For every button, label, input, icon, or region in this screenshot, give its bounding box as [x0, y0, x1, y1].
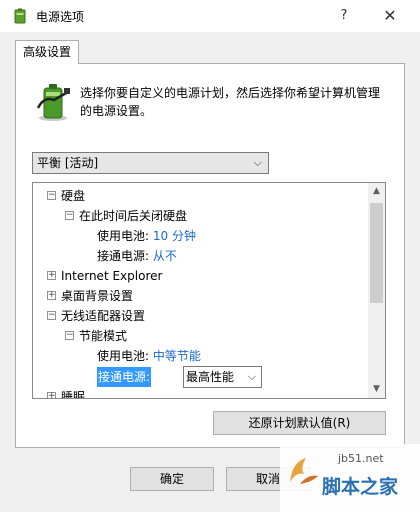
selected-setting-label: 接通电源: — [97, 367, 152, 387]
tree-item-wireless-adapter[interactable]: − 无线适配器设置 — [47, 306, 145, 326]
tree-item-wireless-battery[interactable]: 使用电池: 中等节能 — [97, 346, 201, 366]
power-plan-select[interactable]: 平衡 [活动] ⌵ — [32, 152, 269, 174]
chevron-down-icon: ⌵ — [247, 370, 256, 383]
ok-button[interactable]: 确定 — [130, 467, 214, 491]
power-plan-value: 平衡 [活动] — [37, 156, 99, 170]
tree-scrollbar[interactable]: ▲ ▼ — [368, 183, 385, 398]
scroll-down-arrow-icon[interactable]: ▼ — [368, 381, 385, 398]
power-options-icon — [14, 8, 26, 24]
tree-item-hard-disk[interactable]: − 硬盘 — [47, 186, 85, 206]
collapse-icon[interactable]: − — [65, 211, 74, 220]
expand-icon[interactable]: + — [47, 271, 56, 280]
wireless-plugged-select[interactable]: 最高性能 ⌵ — [183, 366, 262, 388]
watermark-url: jb51.net — [338, 452, 384, 465]
window-title: 电源选项 — [36, 10, 85, 24]
collapse-icon[interactable]: − — [65, 331, 74, 340]
expand-icon[interactable]: + — [47, 291, 56, 300]
scroll-up-arrow-icon[interactable]: ▲ — [368, 183, 385, 200]
watermark-logo-icon — [290, 458, 318, 484]
settings-tree[interactable]: − 硬盘 − 在此时间后关闭硬盘 使用电池: 10 分钟 接通电源: 从不 + … — [32, 182, 386, 399]
tree-item-desktop-background[interactable]: + 桌面背景设置 — [47, 286, 133, 306]
chevron-down-icon: ⌵ — [253, 156, 262, 169]
disk-plugged-value[interactable]: 从不 — [153, 249, 177, 263]
scroll-thumb[interactable] — [370, 203, 383, 303]
title-bar: 电源选项 ? ✕ — [0, 0, 420, 32]
collapse-icon[interactable]: − — [47, 191, 56, 200]
expand-icon[interactable]: + — [47, 392, 56, 398]
description-text: 选择你要自定义的电源计划，然后选择你希望计算机管理的电源设置。 — [80, 86, 381, 118]
tree-item-disk-battery[interactable]: 使用电池: 10 分钟 — [97, 226, 196, 246]
tree-item-sleep[interactable]: + 睡眠 — [47, 387, 85, 398]
tree-item-power-saving-mode[interactable]: − 节能模式 — [65, 326, 127, 346]
tree-item-disk-plugged[interactable]: 接通电源: 从不 — [97, 246, 177, 266]
tree-item-turn-off-disk[interactable]: − 在此时间后关闭硬盘 — [65, 206, 187, 226]
disk-battery-value[interactable]: 10 分钟 — [153, 229, 196, 243]
help-button[interactable]: ? — [332, 5, 356, 27]
watermark-text: 脚本之家 — [322, 476, 399, 498]
tree-item-wireless-plugged[interactable]: 接通电源: 最高性能 ⌵ — [33, 365, 373, 389]
collapse-icon[interactable]: − — [47, 311, 56, 320]
restore-defaults-button[interactable]: 还原计划默认值(R) — [213, 411, 386, 435]
tree-item-internet-explorer[interactable]: + Internet Explorer — [47, 266, 162, 286]
watermark: jb51.net 脚本之家 — [280, 444, 420, 512]
wireless-battery-value[interactable]: 中等节能 — [153, 349, 201, 363]
battery-plan-icon — [36, 84, 70, 121]
tab-advanced-settings[interactable]: 高级设置 — [15, 40, 79, 64]
close-button[interactable]: ✕ — [375, 5, 405, 27]
